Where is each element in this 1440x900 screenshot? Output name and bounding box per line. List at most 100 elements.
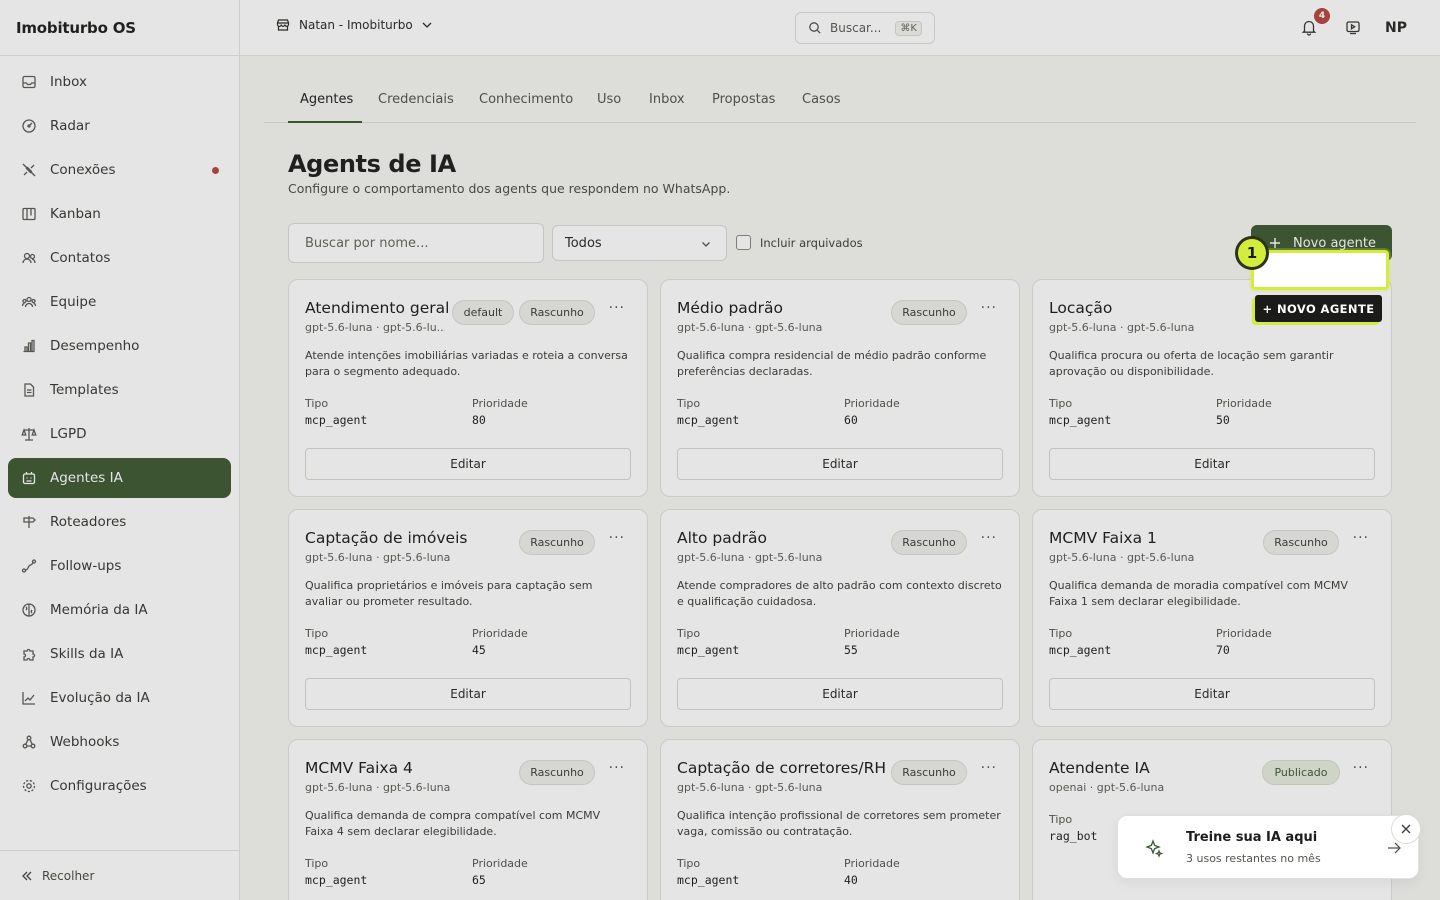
more-options-icon[interactable]: ··· bbox=[981, 760, 997, 776]
trend-icon bbox=[20, 689, 38, 707]
agent-model: gpt-5.6-luna · gpt-5.6-luna bbox=[305, 781, 451, 794]
sidebar-item-agentes-ia[interactable]: Agentes IA bbox=[8, 458, 231, 498]
sidebar-item-inbox[interactable]: Inbox bbox=[8, 62, 231, 102]
brand-logo[interactable]: Imobiturbo OS bbox=[0, 0, 239, 56]
store-icon bbox=[276, 18, 290, 32]
sidebar-item-label: Kanban bbox=[50, 206, 101, 222]
sidebar-item-radar[interactable]: Radar bbox=[8, 106, 231, 146]
sidebar-item-kanban[interactable]: Kanban bbox=[8, 194, 231, 234]
more-options-icon[interactable]: ··· bbox=[1353, 760, 1369, 776]
sparkles-icon bbox=[1144, 838, 1164, 858]
sidebar-item-roteadores[interactable]: Roteadores bbox=[8, 502, 231, 542]
avatar[interactable]: NP bbox=[1382, 14, 1410, 42]
sidebar-item-memoria-da-ia[interactable]: Memória da IA bbox=[8, 590, 231, 630]
puzzle-icon bbox=[20, 645, 38, 663]
radar-icon bbox=[20, 117, 38, 135]
search-icon bbox=[808, 21, 822, 35]
edit-button[interactable]: Editar bbox=[677, 448, 1003, 480]
priority-value: 65 bbox=[472, 873, 486, 887]
more-options-icon[interactable]: ··· bbox=[981, 530, 997, 546]
edit-button[interactable]: Editar bbox=[1049, 448, 1375, 480]
sidebar-item-label: Desempenho bbox=[50, 338, 140, 354]
agent-name: Alto padrão bbox=[677, 529, 767, 547]
type-label: Tipo bbox=[677, 857, 701, 870]
type-label: Tipo bbox=[1049, 397, 1073, 410]
brain-icon bbox=[20, 601, 38, 619]
tab-propostas[interactable]: Propostas bbox=[712, 92, 775, 107]
agent-model: gpt-5.6-luna · gpt-5.6-lu... bbox=[305, 321, 445, 334]
include-archived-checkbox[interactable] bbox=[736, 235, 751, 250]
priority-value: 40 bbox=[844, 873, 858, 887]
agent-model: gpt-5.6-luna · gpt-5.6-luna bbox=[1049, 321, 1195, 334]
inbox-icon bbox=[20, 73, 38, 91]
more-options-icon[interactable]: ··· bbox=[609, 530, 625, 546]
bot-icon bbox=[20, 469, 38, 487]
sidebar-item-templates[interactable]: Templates bbox=[8, 370, 231, 410]
tab-uso[interactable]: Uso bbox=[597, 92, 621, 107]
priority-label: Prioridade bbox=[844, 627, 900, 640]
more-options-icon[interactable]: ··· bbox=[609, 300, 625, 316]
sidebar-item-equipe[interactable]: Equipe bbox=[8, 282, 231, 322]
priority-value: 55 bbox=[844, 643, 858, 657]
tutorial-tag: + NOVO AGENTE bbox=[1255, 295, 1382, 322]
close-icon bbox=[1400, 823, 1412, 835]
sidebar-item-skills-da-ia[interactable]: Skills da IA bbox=[8, 634, 231, 674]
tutorial-highlight[interactable] bbox=[1251, 250, 1389, 290]
agent-description: Qualifica demanda de compra compatível c… bbox=[305, 809, 601, 838]
tab-agentes[interactable]: Agentes bbox=[300, 92, 353, 107]
type-label: Tipo bbox=[677, 627, 701, 640]
sidebar-item-label: Templates bbox=[50, 382, 119, 398]
agent-description: Atende compradores de alto padrão com co… bbox=[677, 579, 1002, 608]
video-icon[interactable] bbox=[1345, 19, 1361, 35]
webhook-icon bbox=[20, 733, 38, 751]
agent-model: gpt-5.6-luna · gpt-5.6-luna bbox=[1049, 551, 1195, 564]
close-toast-button[interactable] bbox=[1391, 814, 1421, 844]
sidebar-item-desempenho[interactable]: Desempenho bbox=[8, 326, 231, 366]
tab-inbox[interactable]: Inbox bbox=[649, 92, 685, 107]
agent-name: Atendente IA bbox=[1049, 759, 1150, 777]
tabs: Agentes Credenciais Conhecimento Uso Inb… bbox=[264, 80, 1416, 123]
type-value: mcp_agent bbox=[677, 873, 740, 887]
sidebar-item-lgpd[interactable]: LGPD bbox=[8, 414, 231, 454]
more-options-icon[interactable]: ··· bbox=[609, 760, 625, 776]
agent-model: gpt-5.6-luna · gpt-5.6-luna bbox=[677, 551, 823, 564]
tab-credenciais[interactable]: Credenciais bbox=[378, 92, 454, 107]
sidebar-item-label: Memória da IA bbox=[50, 602, 148, 618]
agent-name: MCMV Faixa 1 bbox=[1049, 529, 1157, 547]
status-badge: Rascunho bbox=[519, 530, 595, 555]
agent-description: Qualifica procura ou oferta de locação s… bbox=[1049, 349, 1334, 378]
workspace-switcher[interactable]: Natan - Imobiturbo bbox=[276, 18, 433, 32]
edit-button[interactable]: Editar bbox=[677, 678, 1003, 710]
sidebar-item-configuracoes[interactable]: Configurações bbox=[8, 766, 231, 806]
gear-icon bbox=[20, 777, 38, 795]
global-search-button[interactable]: Buscar... ⌘K bbox=[795, 12, 935, 44]
status-badge: Rascunho bbox=[891, 300, 967, 325]
sidebar-item-follow-ups[interactable]: Follow-ups bbox=[8, 546, 231, 586]
team-icon bbox=[20, 293, 38, 311]
sidebar-item-contatos[interactable]: Contatos bbox=[8, 238, 231, 278]
agent-name: Captação de imóveis bbox=[305, 529, 468, 547]
edit-button[interactable]: Editar bbox=[1049, 678, 1375, 710]
type-value: mcp_agent bbox=[1049, 643, 1112, 657]
edit-button[interactable]: Editar bbox=[305, 448, 631, 480]
sidebar-item-webhooks[interactable]: Webhooks bbox=[8, 722, 231, 762]
sidebar: Imobiturbo OS Inbox Radar Conexões Kanba… bbox=[0, 0, 240, 900]
sidebar-item-conexoes[interactable]: Conexões bbox=[8, 150, 231, 190]
more-options-icon[interactable]: ··· bbox=[981, 300, 997, 316]
status-badge: Rascunho bbox=[891, 760, 967, 785]
train-ai-toast[interactable]: Treine sua IA aqui 3 usos restantes no m… bbox=[1117, 815, 1419, 879]
tab-casos[interactable]: Casos bbox=[802, 92, 841, 107]
priority-value: 70 bbox=[1216, 643, 1230, 657]
include-archived-toggle[interactable]: Incluir arquivados bbox=[736, 235, 863, 250]
connections-icon bbox=[20, 161, 38, 179]
collapse-sidebar-button[interactable]: Recolher bbox=[0, 850, 239, 900]
agent-card: Médio padrão gpt-5.6-luna · gpt-5.6-luna… bbox=[660, 279, 1020, 497]
plus-icon bbox=[1269, 237, 1281, 249]
tab-conhecimento[interactable]: Conhecimento bbox=[479, 92, 573, 107]
sidebar-item-label: Contatos bbox=[50, 250, 111, 266]
edit-button[interactable]: Editar bbox=[305, 678, 631, 710]
search-by-name-input[interactable]: Buscar por nome... bbox=[288, 223, 544, 263]
sidebar-item-evolucao-da-ia[interactable]: Evolução da IA bbox=[8, 678, 231, 718]
status-filter-select[interactable]: Todos bbox=[552, 225, 727, 261]
more-options-icon[interactable]: ··· bbox=[1353, 530, 1369, 546]
